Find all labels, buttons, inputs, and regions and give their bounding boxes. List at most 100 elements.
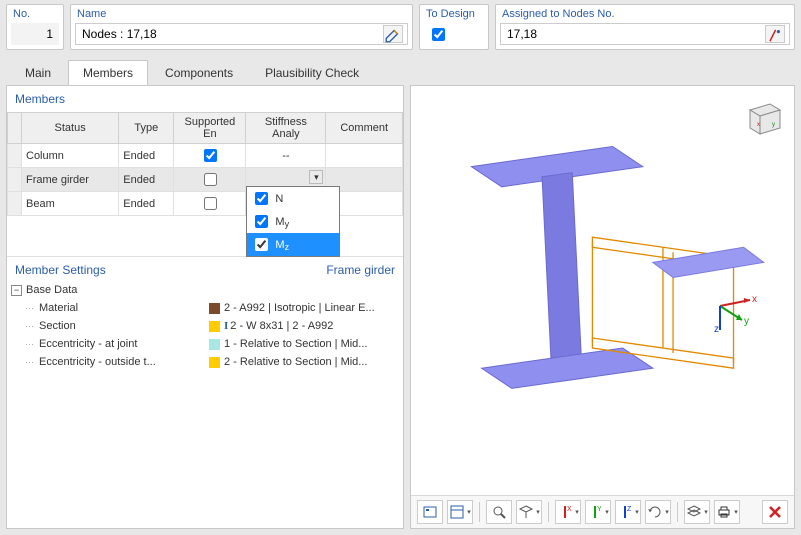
tool-layers[interactable] — [684, 500, 710, 524]
tool-print[interactable] — [714, 500, 740, 524]
table-row[interactable]: Beam Ended — [8, 192, 403, 216]
name-label: Name — [75, 7, 408, 23]
tree-item-section[interactable]: ⋯ Section I 2 - W 8x31 | 2 - A992 — [11, 317, 399, 335]
opt-label: My — [275, 216, 289, 228]
cell-stiffness[interactable]: ▾ N My — [246, 168, 326, 192]
tool-rotate[interactable] — [645, 500, 671, 524]
supported-checkbox[interactable] — [204, 173, 217, 186]
tree-value: 2 - A992 | Isotropic | Linear E... — [224, 302, 375, 314]
cell-type[interactable]: Ended — [119, 192, 174, 216]
svg-text:y: y — [772, 122, 775, 128]
supported-checkbox[interactable] — [204, 149, 217, 162]
tree-root[interactable]: − Base Data — [11, 281, 399, 299]
member-settings-tree[interactable]: − Base Data ⋯ Material 2 - A992 | Isotro… — [7, 281, 403, 528]
stiffness-option-my[interactable]: My — [247, 210, 339, 233]
tool-view-settings[interactable] — [417, 500, 443, 524]
svg-text:x: x — [757, 122, 760, 128]
tree-key: Material — [39, 302, 209, 314]
tool-axis-y[interactable]: Y — [585, 500, 611, 524]
member-settings-title: Member Settings Frame girder — [7, 256, 403, 281]
tool-axis-z[interactable]: Z — [615, 500, 641, 524]
table-row[interactable]: Frame girder Ended ▾ N — [8, 168, 403, 192]
stiffness-option-n[interactable]: N — [247, 187, 339, 210]
tab-components[interactable]: Components — [150, 60, 248, 85]
tree-branch-icon: ⋯ — [25, 357, 35, 368]
field-name: Name — [70, 4, 413, 50]
edit-name-icon[interactable] — [383, 25, 403, 43]
members-table[interactable]: Status Type Supported En Stiffness Analy… — [7, 112, 403, 216]
stiffness-dropdown[interactable]: N My Mz — [246, 186, 340, 257]
assigned-input[interactable] — [505, 26, 765, 42]
tree-branch-icon: ⋯ — [25, 321, 35, 332]
svg-text:x: x — [752, 294, 757, 305]
to-design-label: To Design — [424, 7, 484, 23]
cell-supported[interactable] — [174, 192, 246, 216]
toolbar-separator — [548, 502, 549, 522]
tree-value: 2 - Relative to Section | Mid... — [224, 356, 367, 368]
navigation-cube[interactable]: x y — [740, 96, 784, 140]
name-input[interactable] — [80, 26, 383, 42]
col-status[interactable]: Status — [22, 113, 119, 144]
no-label: No. — [11, 7, 59, 23]
row-handle[interactable] — [8, 168, 22, 192]
col-comment[interactable]: Comment — [326, 113, 403, 144]
toolbar-separator — [677, 502, 678, 522]
opt-label: Mz — [275, 239, 289, 251]
tree-item-ecc-joint[interactable]: ⋯ Eccentricity - at joint 1 - Relative t… — [11, 335, 399, 353]
toolbar-separator — [479, 502, 480, 522]
cell-status[interactable]: Column — [22, 144, 119, 168]
svg-text:y: y — [744, 316, 749, 327]
col-type[interactable]: Type — [119, 113, 174, 144]
tree-item-material[interactable]: ⋯ Material 2 - A992 | Isotropic | Linear… — [11, 299, 399, 317]
collapse-icon[interactable]: − — [11, 285, 22, 296]
viewport-3d[interactable]: x y x y z — [411, 86, 794, 495]
stiffness-check-mz[interactable] — [255, 238, 268, 251]
tool-zoom-extents[interactable] — [486, 500, 512, 524]
cell-type[interactable]: Ended — [119, 144, 174, 168]
tab-main[interactable]: Main — [10, 60, 66, 85]
tab-plausibility-check[interactable]: Plausibility Check — [250, 60, 374, 85]
assigned-input-wrap[interactable] — [500, 23, 790, 45]
settings-context: Frame girder — [326, 263, 395, 277]
cell-type[interactable]: Ended — [119, 168, 174, 192]
field-to-design: To Design — [419, 4, 489, 50]
name-input-wrap[interactable] — [75, 23, 408, 45]
viewport-toolbar: X Y Z — [411, 495, 794, 528]
col-supported[interactable]: Supported En — [174, 113, 246, 144]
no-input-wrap — [11, 23, 59, 45]
col-stiffness[interactable]: Stiffness Analy — [246, 113, 326, 144]
pick-nodes-icon[interactable] — [765, 25, 785, 43]
supported-checkbox[interactable] — [204, 197, 217, 210]
cell-status[interactable]: Frame girder — [22, 168, 119, 192]
tree-item-ecc-outside[interactable]: ⋯ Eccentricity - outside t... 2 - Relati… — [11, 353, 399, 371]
stiffness-option-mz[interactable]: Mz — [247, 233, 339, 256]
no-input — [15, 26, 55, 42]
cell-status[interactable]: Beam — [22, 192, 119, 216]
cell-supported[interactable] — [174, 144, 246, 168]
ecc2-swatch-icon — [209, 357, 220, 368]
settings-title-text: Member Settings — [15, 263, 106, 277]
tool-reset[interactable] — [762, 500, 788, 524]
row-handle[interactable] — [8, 192, 22, 216]
cell-supported[interactable] — [174, 168, 246, 192]
top-field-bar: No. Name To Design Assigned to Nodes No. — [0, 0, 801, 54]
i-beam-icon: I — [224, 320, 228, 332]
table-row[interactable]: Column Ended -- — [8, 144, 403, 168]
tab-members[interactable]: Members — [68, 60, 148, 85]
tree-branch-icon: ⋯ — [25, 303, 35, 314]
left-panel: Members Status Type Supported En Stiffne… — [6, 85, 404, 529]
stiffness-check-n[interactable] — [255, 192, 268, 205]
tool-display-options[interactable] — [447, 500, 473, 524]
cell-comment[interactable] — [326, 144, 403, 168]
tool-axis-x[interactable]: X — [555, 500, 581, 524]
to-design-checkbox[interactable] — [432, 28, 445, 41]
tree-key: Section — [39, 320, 209, 332]
tool-isometric[interactable] — [516, 500, 542, 524]
tree-root-label: Base Data — [26, 284, 77, 296]
stiffness-check-my[interactable] — [255, 215, 268, 228]
row-handle[interactable] — [8, 144, 22, 168]
chevron-down-icon[interactable]: ▾ — [309, 170, 323, 184]
cell-stiffness[interactable]: -- — [246, 144, 326, 168]
col-rowheader — [8, 113, 22, 144]
section-swatch-icon — [209, 321, 220, 332]
